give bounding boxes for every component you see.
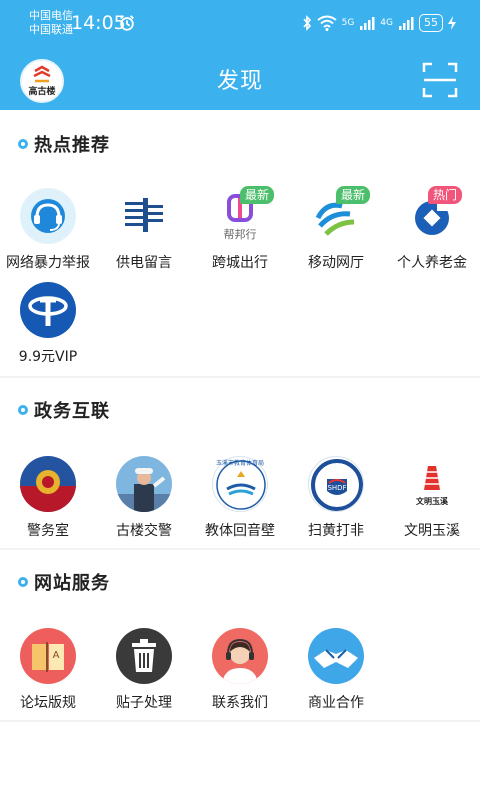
section-title-text: 网站服务	[34, 573, 110, 594]
section-hot-recommend: 热点推荐 网络暴力举报 供电留言 帮邦行 最新 跨城出行 最新 移动网厅 热门 …	[0, 110, 480, 378]
section-title-text: 热点推荐	[34, 135, 110, 156]
section-title: 政务互联	[18, 398, 110, 422]
tile-police-office[interactable]: 警务室	[0, 456, 96, 546]
section-divider	[0, 720, 480, 722]
network-type-2: 4G	[380, 18, 393, 28]
tile-contact-us[interactable]: 联系我们	[192, 628, 288, 718]
icon-caption: 帮邦行	[223, 228, 257, 241]
tile-business-cooperation[interactable]: 商业合作	[288, 628, 384, 718]
signal-icon	[399, 17, 414, 30]
tile-label: 网络暴力举报	[6, 255, 90, 271]
tile-label: 联系我们	[212, 695, 268, 711]
icon-caption: 文明玉溪	[416, 497, 448, 506]
status-icons: 5G 4G 55	[302, 12, 456, 34]
new-badge: 最新	[336, 186, 371, 204]
tile-label: 扫黄打非	[308, 523, 364, 539]
book-icon: A	[20, 628, 76, 684]
police-badge-icon	[20, 456, 76, 512]
tile-label: 跨城出行	[212, 255, 268, 271]
carrier-info: 中国电信 中国联通	[29, 9, 73, 37]
tile-education-echo[interactable]: 玉溪市教育体育局 教体回音壁	[192, 456, 288, 546]
tile-label: 论坛版规	[20, 695, 76, 711]
section-dot-icon	[18, 139, 28, 149]
tile-anti-porn[interactable]: SHDF 扫黄打非	[288, 456, 384, 546]
section-dot-icon	[18, 405, 28, 415]
traffic-police-icon	[116, 456, 172, 512]
wifi-icon	[316, 15, 337, 31]
tile-label: 供电留言	[116, 255, 172, 271]
top-bar: 中国电信 中国联通 14:05 5G 4G 55 高古楼 发现	[0, 0, 480, 110]
status-bar: 中国电信 中国联通 14:05 5G 4G 55	[0, 0, 480, 44]
svg-text:A: A	[53, 650, 60, 661]
tile-label: 商业合作	[308, 695, 364, 711]
hot-badge: 热门	[428, 186, 463, 204]
tile-forum-rules[interactable]: A 论坛版规	[0, 628, 96, 718]
support-agent-icon	[212, 628, 268, 684]
china-telecom-icon	[20, 282, 76, 338]
alarm-icon	[120, 15, 134, 31]
tile-civilized-yuxi[interactable]: 文明玉溪 文明玉溪	[384, 456, 480, 546]
svg-text:SHDF: SHDF	[327, 484, 346, 492]
tile-post-handling[interactable]: 贴子处理	[96, 628, 192, 718]
tile-power-message[interactable]: 供电留言	[96, 188, 192, 278]
network-type-1: 5G	[341, 18, 355, 28]
tile-label: 古楼交警	[116, 523, 172, 539]
new-badge: 最新	[240, 186, 275, 204]
signal-icon	[360, 17, 375, 30]
charging-icon	[448, 16, 456, 30]
battery-indicator: 55	[419, 14, 443, 32]
tile-personal-pension[interactable]: 热门 个人养老金	[384, 186, 480, 278]
page-title: 发现	[216, 69, 263, 94]
section-dot-icon	[18, 577, 28, 587]
scan-icon[interactable]	[422, 62, 458, 98]
carrier-2: 中国联通	[29, 23, 73, 36]
anti-porn-seal-icon: SHDF	[308, 456, 364, 512]
handshake-icon	[308, 628, 364, 684]
section-title: 热点推荐	[18, 132, 110, 156]
tile-vip[interactable]: 9.9元VIP	[0, 282, 96, 372]
trash-icon	[116, 628, 172, 684]
tile-label: 教体回音壁	[205, 523, 275, 539]
tile-label: 个人养老金	[397, 255, 467, 271]
power-grid-icon	[116, 188, 172, 244]
section-gov-connect: 政务互联 警务室 古楼交警 玉溪市教育体育局 教体回音壁 SHDF 扫黄打非 文…	[0, 378, 480, 548]
headset-icon	[20, 188, 76, 244]
tile-traffic-police[interactable]: 古楼交警	[96, 456, 192, 546]
icon-caption: 玉溪市教育体育局	[216, 460, 265, 467]
section-title: 网站服务	[18, 570, 110, 594]
tile-label: 移动网厅	[308, 255, 364, 271]
tile-label: 警务室	[27, 523, 69, 539]
section-site-service: 网站服务 A 论坛版规 贴子处理 联系我们 商业合作	[0, 550, 480, 722]
tile-cross-city-travel[interactable]: 帮邦行 最新 跨城出行	[192, 186, 288, 278]
tile-mobile-hall[interactable]: 最新 移动网厅	[288, 186, 384, 278]
tile-label: 贴子处理	[116, 695, 172, 711]
tile-network-violence-report[interactable]: 网络暴力举报	[0, 188, 96, 278]
app-header: 高古楼 发现	[0, 44, 480, 110]
bluetooth-icon	[302, 15, 311, 31]
tile-label: 文明玉溪	[404, 523, 460, 539]
carrier-1: 中国电信	[29, 9, 73, 22]
tile-label: 9.9元VIP	[18, 349, 78, 365]
section-title-text: 政务互联	[34, 401, 110, 422]
